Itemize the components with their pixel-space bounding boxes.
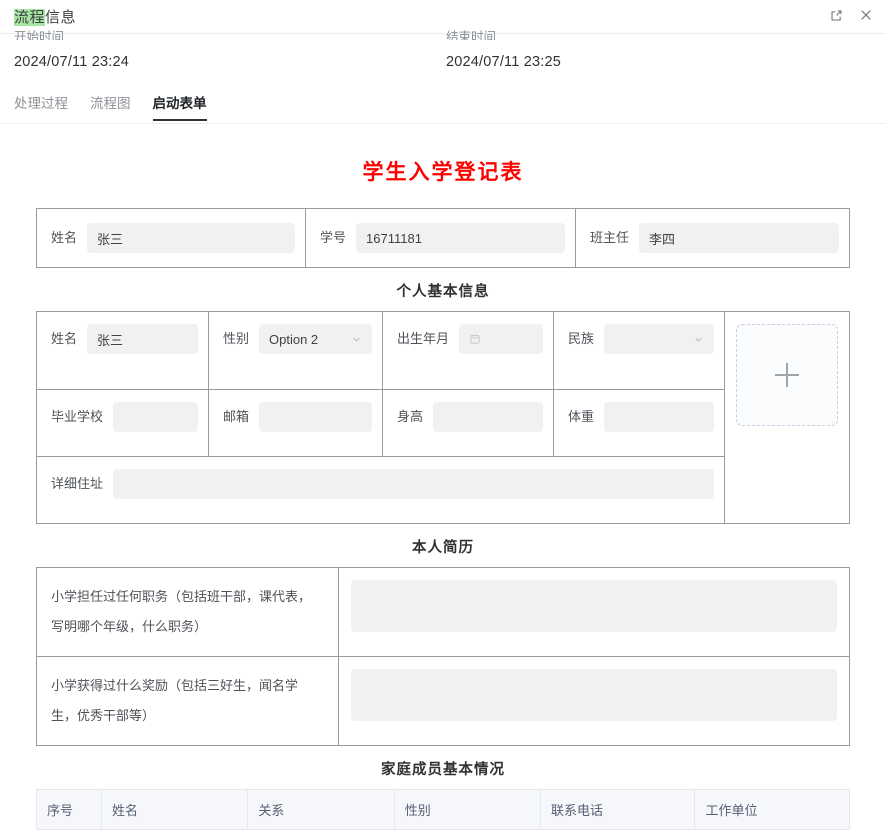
field-input-head-teacher[interactable]: 李四 bbox=[639, 223, 839, 253]
form-title: 学生入学登记表 bbox=[36, 156, 850, 186]
process-info-dialog: 流程信息 开始时间 2024/07/11 23:24 结束时间 2 bbox=[0, 0, 886, 840]
field-label-student-number: 学号 bbox=[320, 223, 346, 253]
end-time-value: 2024/07/11 23:25 bbox=[446, 54, 561, 70]
tab-bar: 处理过程 流程图 启动表单 bbox=[0, 92, 886, 124]
family-table-wrap: 序号 姓名 关系 性别 联系电话 工作单位 bbox=[36, 789, 850, 830]
titlebar-actions bbox=[828, 7, 874, 23]
field-label-ethnicity: 民族 bbox=[568, 324, 594, 354]
start-time-label: 开始时间 bbox=[14, 30, 129, 40]
resume-row-awards: 小学获得过什么奖励（包括三好生，闻名学生，优秀干部等） bbox=[37, 657, 849, 745]
family-col-phone: 联系电话 bbox=[541, 790, 695, 830]
field-input-email[interactable] bbox=[259, 402, 372, 432]
field-height: 身高 bbox=[383, 390, 554, 456]
dialog-title-highlight: 流程 bbox=[14, 9, 45, 26]
field-label-head-teacher: 班主任 bbox=[590, 223, 629, 253]
dialog-title-rest: 信息 bbox=[45, 9, 76, 26]
field-select-gender[interactable]: Option 2 bbox=[259, 324, 372, 354]
field-select-gender-value: Option 2 bbox=[269, 332, 318, 347]
close-icon[interactable] bbox=[858, 7, 874, 23]
field-name-top: 姓名 张三 bbox=[37, 209, 306, 267]
basic-row-2: 毕业学校 邮箱 身高 体重 bbox=[37, 390, 724, 457]
field-address: 详细住址 bbox=[37, 457, 724, 523]
field-input-student-number[interactable]: 16711181 bbox=[356, 223, 565, 253]
basic-row-1: 姓名 张三 性别 Option 2 出生年月 bbox=[37, 312, 724, 390]
tab-process-history[interactable]: 处理过程 bbox=[14, 92, 68, 121]
field-weight: 体重 bbox=[554, 390, 724, 456]
process-meta: 开始时间 2024/07/11 23:24 结束时间 2024/07/11 23… bbox=[0, 34, 886, 92]
tab-start-form[interactable]: 启动表单 bbox=[153, 92, 207, 121]
field-label-graduated-school: 毕业学校 bbox=[51, 402, 103, 432]
field-label-address: 详细住址 bbox=[51, 469, 103, 499]
field-input-height[interactable] bbox=[433, 402, 543, 432]
field-graduated-school: 毕业学校 bbox=[37, 390, 209, 456]
field-label-weight: 体重 bbox=[568, 402, 594, 432]
photo-upload-button[interactable] bbox=[736, 324, 838, 426]
end-time-label: 结束时间 bbox=[446, 30, 561, 40]
chevron-down-icon bbox=[693, 334, 704, 345]
field-birth-date: 出生年月 bbox=[383, 312, 554, 389]
photo-upload-cell bbox=[724, 312, 849, 523]
field-head-teacher: 班主任 李四 bbox=[576, 209, 849, 267]
field-email: 邮箱 bbox=[209, 390, 383, 456]
dialog-title: 流程信息 bbox=[14, 6, 76, 27]
start-time-block: 开始时间 2024/07/11 23:24 bbox=[14, 34, 129, 70]
resume-question-awards: 小学获得过什么奖励（包括三好生，闻名学生，优秀干部等） bbox=[37, 657, 339, 745]
field-input-graduated-school[interactable] bbox=[113, 402, 198, 432]
field-label-birth-date: 出生年月 bbox=[397, 324, 449, 354]
resume-answer-awards-input[interactable] bbox=[351, 669, 837, 721]
start-form: 学生入学登记表 姓名 张三 学号 16711181 班主任 李四 个人基本信息 bbox=[0, 156, 886, 830]
external-link-icon[interactable] bbox=[828, 7, 844, 23]
field-gender: 性别 Option 2 bbox=[209, 312, 383, 389]
plus-icon bbox=[775, 363, 799, 387]
family-table-header-row: 序号 姓名 关系 性别 联系电话 工作单位 bbox=[37, 790, 850, 830]
family-members-table: 序号 姓名 关系 性别 联系电话 工作单位 bbox=[36, 789, 850, 830]
field-input-name-top[interactable]: 张三 bbox=[87, 223, 295, 253]
section-title-basic: 个人基本信息 bbox=[36, 280, 850, 301]
family-col-gender: 性别 bbox=[394, 790, 540, 830]
resume-answer-positions-input[interactable] bbox=[351, 580, 837, 632]
resume-question-positions: 小学担任过任何职务（包括班干部，课代表，写明哪个年级，什么职务） bbox=[37, 568, 339, 656]
section-title-family: 家庭成员基本情况 bbox=[36, 758, 850, 779]
family-col-work-unit: 工作单位 bbox=[695, 790, 850, 830]
resume-grid: 小学担任过任何职务（包括班干部，课代表，写明哪个年级，什么职务） 小学获得过什么… bbox=[36, 567, 850, 746]
family-col-name: 姓名 bbox=[102, 790, 248, 830]
family-col-index: 序号 bbox=[37, 790, 102, 830]
field-label-height: 身高 bbox=[397, 402, 423, 432]
field-label-name: 姓名 bbox=[51, 324, 77, 354]
end-time-block: 结束时间 2024/07/11 23:25 bbox=[446, 34, 561, 70]
field-name: 姓名 张三 bbox=[37, 312, 209, 389]
family-col-relation: 关系 bbox=[248, 790, 394, 830]
field-label-gender: 性别 bbox=[223, 324, 249, 354]
basic-info-grid: 姓名 张三 性别 Option 2 出生年月 bbox=[36, 311, 850, 524]
field-input-address[interactable] bbox=[113, 469, 714, 499]
field-select-ethnicity[interactable] bbox=[604, 324, 714, 354]
resume-answer-positions-cell bbox=[339, 568, 849, 656]
calendar-icon bbox=[469, 333, 481, 345]
field-ethnicity: 民族 bbox=[554, 312, 724, 389]
basic-row-3: 详细住址 bbox=[37, 457, 724, 523]
field-label-email: 邮箱 bbox=[223, 402, 249, 432]
basic-info-fields: 姓名 张三 性别 Option 2 出生年月 bbox=[37, 312, 724, 523]
resume-row-positions: 小学担任过任何职务（包括班干部，课代表，写明哪个年级，什么职务） bbox=[37, 568, 849, 657]
dialog-titlebar: 流程信息 bbox=[0, 0, 886, 34]
resume-answer-awards-cell bbox=[339, 657, 849, 745]
field-student-number: 学号 16711181 bbox=[306, 209, 576, 267]
section-title-resume: 本人简历 bbox=[36, 536, 850, 557]
field-input-birth-date[interactable] bbox=[459, 324, 543, 354]
field-input-name[interactable]: 张三 bbox=[87, 324, 198, 354]
tab-process-diagram[interactable]: 流程图 bbox=[90, 92, 131, 121]
field-label-name-top: 姓名 bbox=[51, 223, 77, 253]
chevron-down-icon bbox=[351, 334, 362, 345]
start-time-value: 2024/07/11 23:24 bbox=[14, 54, 129, 70]
student-id-row: 姓名 张三 学号 16711181 班主任 李四 bbox=[36, 208, 850, 268]
field-input-weight[interactable] bbox=[604, 402, 714, 432]
